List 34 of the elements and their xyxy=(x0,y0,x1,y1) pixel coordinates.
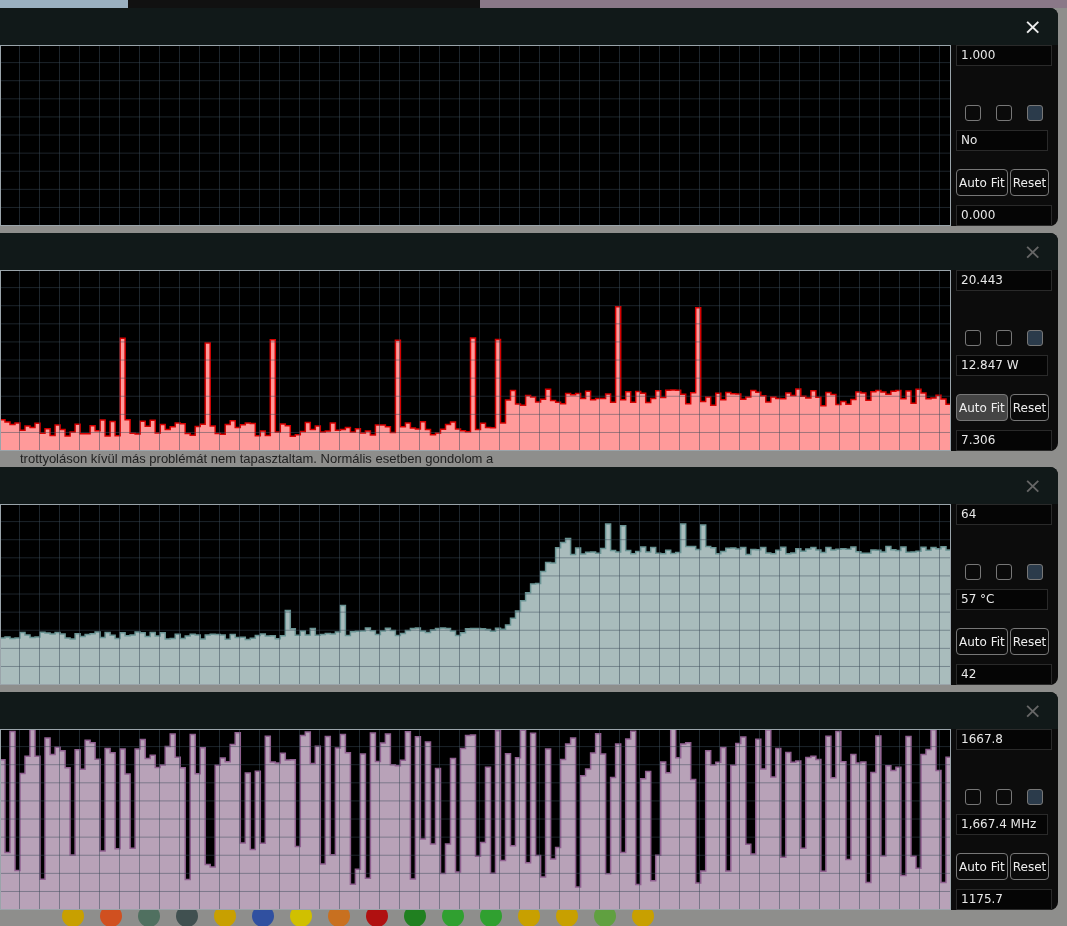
checkbox[interactable] xyxy=(965,563,982,580)
max-value-field[interactable]: 1667.8 xyxy=(956,729,1052,750)
checkbox[interactable] xyxy=(965,329,982,346)
checkbox[interactable] xyxy=(965,104,982,121)
min-value-field[interactable]: 42 xyxy=(956,664,1052,685)
checkbox[interactable] xyxy=(1026,788,1043,805)
current-value-field[interactable]: 12.847 W xyxy=(956,354,1048,376)
auto-fit-button[interactable]: Auto Fit xyxy=(956,628,1008,656)
current-value-field[interactable]: No xyxy=(956,129,1048,151)
max-value-field[interactable]: 20.443 xyxy=(956,270,1052,291)
current-value-field[interactable]: 1,667.4 MHz xyxy=(956,813,1048,835)
current-value-field[interactable]: 57 °C xyxy=(956,588,1048,610)
close-button[interactable]: × xyxy=(1019,15,1046,38)
min-value-field[interactable]: 7.306 xyxy=(956,430,1052,451)
checkbox[interactable] xyxy=(1026,563,1043,580)
checkbox[interactable] xyxy=(1026,104,1043,121)
checkbox[interactable] xyxy=(965,788,982,805)
checkbox[interactable] xyxy=(1026,329,1043,346)
auto-fit-button[interactable]: Auto Fit xyxy=(956,169,1008,197)
max-value-field[interactable]: 64 xyxy=(956,504,1052,525)
reset-button[interactable]: Reset xyxy=(1009,628,1050,656)
min-value-field[interactable]: 0.000 xyxy=(956,205,1052,226)
reset-button[interactable]: Reset xyxy=(1009,853,1050,881)
max-value-field[interactable]: 1.000 xyxy=(956,45,1052,66)
checkbox[interactable] xyxy=(996,329,1012,346)
checkbox[interactable] xyxy=(996,563,1012,580)
min-value-field[interactable]: 1175.7 xyxy=(956,889,1052,910)
reset-button[interactable]: Reset xyxy=(1009,394,1050,422)
checkbox[interactable] xyxy=(996,788,1012,805)
checkbox[interactable] xyxy=(996,104,1012,121)
auto-fit-button[interactable]: Auto Fit xyxy=(956,394,1008,422)
reset-button[interactable]: Reset xyxy=(1009,169,1050,197)
auto-fit-button[interactable]: Auto Fit xyxy=(956,853,1008,881)
background-text: trottyoláson kívül más problémát nem tapasztaltam. Normális esetben gondolom a xyxy=(19,451,494,467)
